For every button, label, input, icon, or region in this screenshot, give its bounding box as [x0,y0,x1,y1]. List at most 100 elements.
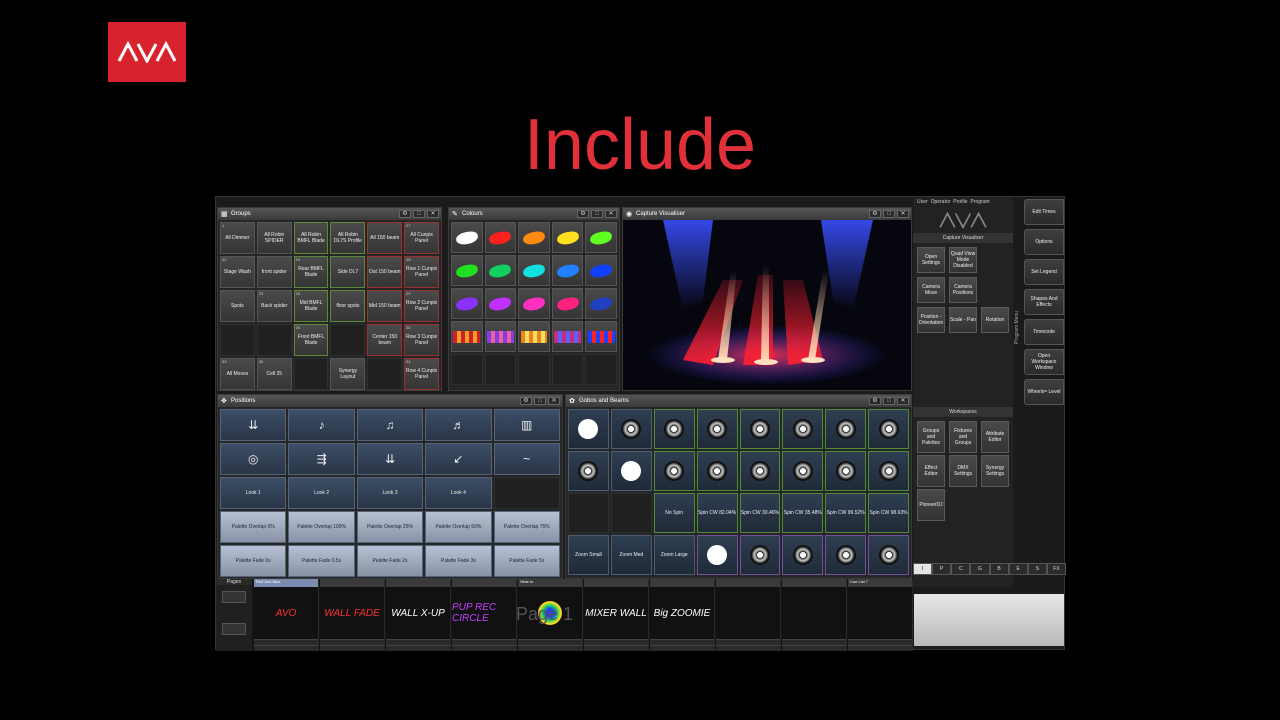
group-cell[interactable]: All Robin SPIDER [256,222,292,254]
colour-palette-cell[interactable] [518,222,550,253]
gobo-cell[interactable] [610,409,652,449]
position-icon-cell[interactable]: ⇊ [220,409,287,441]
gobo-cell[interactable] [739,409,781,449]
group-cell[interactable] [256,324,292,356]
colour-palette-cell[interactable] [551,288,584,319]
group-cell[interactable]: Out 150 beam [367,256,403,288]
side-menu-button[interactable]: Edit Times [1024,199,1064,225]
operator-tab[interactable]: Program [970,199,989,205]
side-menu-button[interactable]: Wheels= Level [1024,379,1064,405]
position-icon-cell[interactable]: ♪ [288,409,355,441]
playback-fader[interactable] [716,579,781,651]
filter-tab[interactable]: C [951,563,971,575]
close-icon[interactable]: ✕ [897,397,909,405]
gobo-cell[interactable] [610,451,652,491]
colour-palette-cell[interactable] [518,255,550,286]
workspace-button[interactable]: Groups and Palettes [917,421,945,453]
playback-fader[interactable]: WALL X-UP [386,579,451,651]
spin-button[interactable]: Spin CW 99.52% [825,493,867,533]
colour-empty-cell[interactable] [551,354,584,385]
position-icon-cell[interactable]: ♫ [356,409,424,441]
zoom-button[interactable]: Zoom Med [610,535,652,575]
page-down-button[interactable] [222,623,246,635]
gobo-cell[interactable] [868,535,909,575]
gobo-cell[interactable] [653,409,695,449]
group-cell[interactable]: 29 Row 2 Cunpix Panel [404,290,439,322]
spin-button[interactable]: Spin CW 82.04% [696,493,738,533]
colour-palette-cell[interactable] [451,255,483,286]
visualiser-button[interactable]: Rotation [981,307,1009,333]
gobo-cell[interactable] [782,535,824,575]
group-cell[interactable]: 23 Back spider [256,290,292,322]
gobo-cell[interactable] [739,451,781,491]
position-icon-cell[interactable]: ◎ [220,443,287,475]
palette-overlap-button[interactable]: Palette Overlap 0% [220,511,287,543]
colour-palette-cell[interactable] [451,288,483,319]
group-cell[interactable]: Synergy Layout [330,358,366,390]
colour-empty-cell[interactable] [451,354,483,385]
flash-button[interactable] [254,645,318,651]
flash-button[interactable] [650,645,714,651]
colour-empty-cell[interactable] [518,354,550,385]
settings-icon[interactable]: ⚙ [577,210,589,218]
workspace-button[interactable]: PioneerDJ [917,489,945,521]
group-cell[interactable] [367,358,403,390]
colours-titlebar[interactable]: ✎ Colours ⚙ □ ✕ [449,208,619,220]
maximize-icon[interactable]: □ [413,210,425,218]
gobo-cell[interactable] [653,451,695,491]
side-menu-button[interactable]: Shapes And Effects [1024,289,1064,315]
workspace-button[interactable]: Fixtures and Groups [949,421,977,453]
spin-button[interactable]: No Spin [653,493,695,533]
maximize-icon[interactable]: □ [534,397,546,405]
visualiser-button[interactable]: Camera Move [917,277,945,303]
colour-empty-cell[interactable] [484,354,517,385]
group-cell[interactable]: All Robin DL7S Profile [330,222,366,254]
gobo-cell[interactable] [782,451,824,491]
group-cell[interactable]: floor spots [330,290,366,322]
gobo-cell[interactable] [696,535,738,575]
palette-overlap-button[interactable]: Palette Overlap 100% [288,511,355,543]
flash-button[interactable] [518,645,582,651]
visualiser-titlebar[interactable]: ◉ Capture Visualiser ⚙ □ ✕ [623,208,911,220]
colour-effect-cell[interactable] [451,321,483,352]
gobo-cell[interactable] [825,409,867,449]
group-cell[interactable]: 31 Row 4 Cunpix Panel [404,358,439,390]
side-menu-button[interactable]: Open Workspace Window [1024,349,1064,375]
zoom-button[interactable]: Zoom Small [568,535,609,575]
colour-palette-cell[interactable] [518,288,550,319]
gobo-empty-cell[interactable] [568,493,609,533]
side-menu-button[interactable]: Options [1024,229,1064,255]
position-icon-cell[interactable]: ~ [493,443,560,475]
playback-fader[interactable]: Cue List 7 [848,579,913,651]
close-icon[interactable]: ✕ [548,397,560,405]
workspace-button[interactable]: Attribute Editor [981,421,1009,453]
settings-icon[interactable]: ⚙ [520,397,532,405]
group-cell[interactable]: 24 Rear BMFL Blade [293,256,329,288]
operator-tab[interactable]: Profile [953,199,967,205]
palette-fade-button[interactable]: Palette Fade 5s [493,545,560,577]
look-cell[interactable]: Look 3 [356,477,424,509]
filter-tab[interactable]: G [970,563,990,575]
close-icon[interactable]: ✕ [897,210,909,218]
group-cell[interactable] [220,324,255,356]
palette-overlap-button[interactable]: Palette Overlap 50% [425,511,492,543]
group-cell[interactable]: Center 150 beam [367,324,403,356]
flash-button[interactable] [452,645,516,651]
gobo-cell[interactable] [868,409,909,449]
playback-fader[interactable] [782,579,847,651]
position-icon-cell[interactable]: ↙ [425,443,492,475]
gobo-cell[interactable] [782,409,824,449]
filter-tab[interactable]: FX [1046,563,1066,575]
gobo-cell[interactable] [568,409,609,449]
filter-tab[interactable]: I [913,563,933,575]
maximize-icon[interactable]: □ [883,397,895,405]
position-icon-cell[interactable]: ♬ [425,409,492,441]
palette-fade-button[interactable]: Palette Fade 3s [425,545,492,577]
position-icon-cell[interactable]: ⇶ [288,443,355,475]
spin-button[interactable]: Spin CW 30.46% [739,493,781,533]
operator-tab[interactable]: Operator [931,199,951,205]
gobo-cell[interactable] [825,451,867,491]
group-cell[interactable]: 28 Row 1 Cunpix Panel [404,256,439,288]
gobo-cell[interactable] [696,451,738,491]
playback-fader[interactable]: Big ZOOMIE [650,579,715,651]
